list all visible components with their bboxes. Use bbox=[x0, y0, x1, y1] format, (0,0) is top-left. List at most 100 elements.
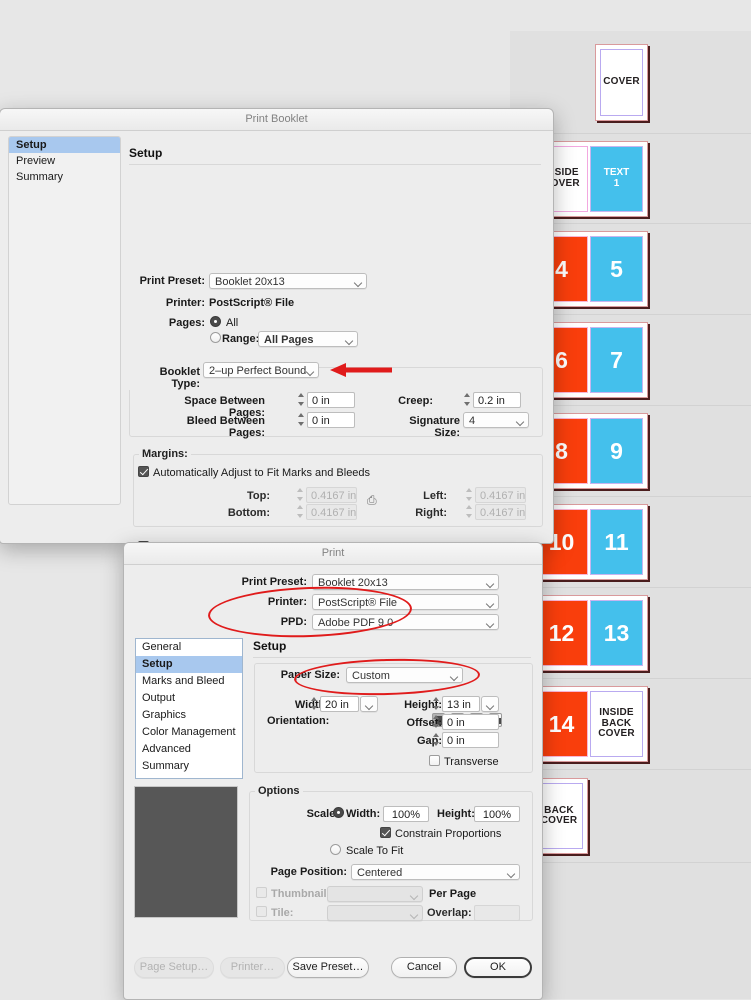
page-setup-button-label: Page Setup… bbox=[140, 961, 209, 973]
list-item-label: Setup bbox=[142, 658, 173, 670]
print-dialog-sidebar[interactable]: General Setup Marks and Bleed Output Gra… bbox=[135, 638, 243, 779]
print-booklet-dialog[interactable]: Print Booklet Setup Preview Summary Setu… bbox=[0, 108, 554, 544]
bleed-between-field[interactable]: 0 in bbox=[307, 412, 355, 428]
booklet-type-value: 2–up Perfect Bound bbox=[209, 365, 306, 377]
scale-to-fit-label: Scale To Fit bbox=[346, 845, 403, 857]
print-dialog-titlebar: Print bbox=[124, 543, 542, 565]
signature-size-popup[interactable]: 4 bbox=[463, 412, 529, 428]
mouse-cursor-icon: ⎙ bbox=[367, 493, 377, 508]
space-between-stepper[interactable] bbox=[297, 392, 306, 407]
scale-height-field[interactable]: 100% bbox=[474, 806, 520, 822]
list-item-label: Color Management bbox=[142, 726, 236, 738]
scale-to-fit-radio[interactable] bbox=[330, 844, 341, 855]
print-booklet-sidebar[interactable]: Setup Preview Summary bbox=[8, 136, 121, 505]
printer-spread-sheet[interactable]: 14 INSIDE BACK COVER bbox=[530, 686, 648, 762]
paper-width-field[interactable]: 20 in bbox=[320, 696, 359, 712]
gap-stepper[interactable] bbox=[432, 732, 441, 747]
creep-field[interactable]: 0.2 in bbox=[473, 392, 521, 408]
sidebar-item-preview[interactable]: Preview bbox=[9, 153, 120, 169]
list-item-advanced[interactable]: Advanced bbox=[136, 741, 242, 758]
page-thumb[interactable]: 13 bbox=[590, 600, 643, 666]
page-label: 12 bbox=[549, 621, 575, 645]
list-item-graphics[interactable]: Graphics bbox=[136, 707, 242, 724]
page-label: 7 bbox=[610, 348, 623, 372]
print-dialog-title: Print bbox=[322, 547, 345, 559]
margin-top-field: 0.4167 in bbox=[306, 487, 357, 503]
page-thumb[interactable]: 11 bbox=[590, 509, 643, 575]
paper-height-field[interactable]: 13 in bbox=[442, 696, 480, 712]
sidebar-item-summary[interactable]: Summary bbox=[9, 169, 120, 185]
page-thumb[interactable]: TEXT 1 bbox=[590, 146, 643, 212]
constrain-proportions-checkbox[interactable] bbox=[380, 827, 391, 838]
pd-cancel-button-label: Cancel bbox=[407, 961, 441, 973]
scale-height-value: 100% bbox=[483, 809, 511, 821]
print-dialog[interactable]: Print Print Preset: Booklet 20x13 Printe… bbox=[123, 542, 543, 1000]
space-between-field[interactable]: 0 in bbox=[307, 392, 355, 408]
offset-stepper[interactable] bbox=[432, 714, 441, 729]
scale-width-field[interactable]: 100% bbox=[383, 806, 429, 822]
list-item-output[interactable]: Output bbox=[136, 690, 242, 707]
pages-range-popup[interactable]: All Pages bbox=[258, 331, 358, 347]
auto-adjust-checkbox[interactable] bbox=[138, 466, 149, 477]
sidebar-item-setup[interactable]: Setup bbox=[9, 137, 120, 153]
margin-left-field: 0.4167 in bbox=[475, 487, 526, 503]
scale-width-height-radio[interactable] bbox=[333, 807, 344, 818]
margin-bottom-stepper bbox=[296, 504, 305, 519]
tile-overlap-field bbox=[474, 905, 520, 921]
pages-range-radio[interactable] bbox=[210, 332, 221, 343]
transverse-checkbox[interactable] bbox=[429, 755, 440, 766]
gap-field[interactable]: 0 in bbox=[442, 732, 499, 748]
print-preview-thumbnail bbox=[134, 786, 238, 918]
page-thumb[interactable]: COVER bbox=[600, 49, 643, 116]
page-thumb[interactable]: INSIDE BACK COVER bbox=[590, 691, 643, 757]
pd-printer-label: Printer: bbox=[202, 596, 307, 608]
list-item-summary[interactable]: Summary bbox=[136, 758, 242, 775]
list-item-color-management[interactable]: Color Management bbox=[136, 724, 242, 741]
printer-spread-sheet[interactable]: 12 13 bbox=[530, 595, 648, 671]
spread-row[interactable]: 12 13 bbox=[510, 588, 751, 679]
creep-stepper[interactable] bbox=[463, 392, 472, 407]
margin-right-stepper bbox=[465, 504, 474, 519]
pd-ppd-popup[interactable]: Adobe PDF 9.0 bbox=[312, 614, 499, 630]
booklet-type-popup[interactable]: 2–up Perfect Bound bbox=[203, 362, 319, 378]
page-thumb[interactable]: 5 bbox=[590, 236, 643, 302]
print-preset-popup[interactable]: Booklet 20x13 bbox=[209, 273, 367, 289]
tile-checkbox bbox=[256, 906, 267, 917]
offset-field[interactable]: 0 in bbox=[442, 714, 499, 730]
save-preset-button[interactable]: Save Preset… bbox=[287, 957, 369, 978]
pages-all-radio[interactable] bbox=[210, 316, 221, 327]
scale-width-value: 100% bbox=[392, 809, 420, 821]
page-label: 14 bbox=[549, 712, 575, 736]
paper-size-label: Paper Size: bbox=[270, 669, 340, 681]
paper-height-unit-popup[interactable] bbox=[481, 696, 499, 712]
page-label: 13 bbox=[604, 621, 630, 645]
bleed-between-stepper[interactable] bbox=[297, 412, 306, 427]
pd-print-preset-popup[interactable]: Booklet 20x13 bbox=[312, 574, 499, 590]
list-item-label: Summary bbox=[142, 760, 189, 772]
page-thumb[interactable]: 9 bbox=[590, 418, 643, 484]
margin-bottom-value: 0.4167 in bbox=[311, 507, 356, 519]
margin-right-label: Right: bbox=[395, 507, 447, 519]
pd-printer-value: PostScript® File bbox=[318, 597, 397, 609]
list-item-setup[interactable]: Setup bbox=[136, 656, 242, 673]
paper-height-stepper[interactable] bbox=[432, 696, 441, 711]
paper-width-value: 20 in bbox=[325, 699, 349, 711]
paper-width-unit-popup[interactable] bbox=[360, 696, 378, 712]
spread-row[interactable]: 14 INSIDE BACK COVER bbox=[510, 679, 751, 770]
pd-printer-popup[interactable]: PostScript® File bbox=[312, 594, 499, 610]
list-item-marks-and-bleed[interactable]: Marks and Bleed bbox=[136, 673, 242, 690]
margin-top-value: 0.4167 in bbox=[311, 490, 356, 502]
list-item-general[interactable]: General bbox=[136, 639, 242, 656]
margin-right-field: 0.4167 in bbox=[475, 504, 526, 520]
page-position-popup[interactable]: Centered bbox=[351, 864, 520, 880]
pd-cancel-button[interactable]: Cancel bbox=[391, 957, 457, 978]
sidebar-item-label: Preview bbox=[16, 155, 55, 167]
margin-bottom-field: 0.4167 in bbox=[306, 504, 357, 520]
paper-width-stepper[interactable] bbox=[310, 696, 319, 711]
printer-spread-sheet[interactable]: COVER bbox=[595, 44, 648, 121]
ok-button[interactable]: OK bbox=[464, 957, 532, 978]
page-thumb[interactable]: 7 bbox=[590, 327, 643, 393]
offset-value: 0 in bbox=[447, 717, 465, 729]
paper-size-popup[interactable]: Custom bbox=[346, 667, 463, 683]
spread-row[interactable]: BACK COVER bbox=[510, 770, 751, 863]
